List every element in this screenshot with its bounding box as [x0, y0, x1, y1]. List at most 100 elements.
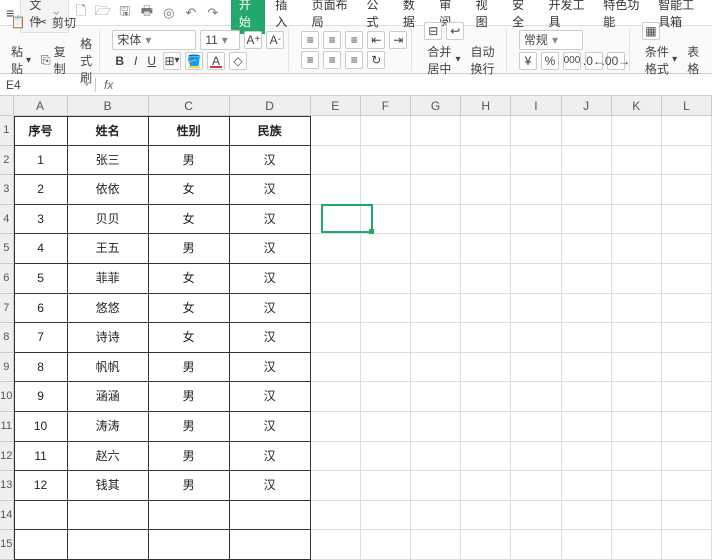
cell[interactable]: 诗诗 [68, 323, 149, 353]
cell[interactable]: 钱其 [68, 471, 149, 501]
table-style-button[interactable]: 表格 [684, 42, 704, 78]
cell[interactable]: 涵涵 [68, 382, 149, 412]
cell[interactable] [612, 442, 662, 472]
cell[interactable] [149, 501, 230, 531]
cell[interactable]: 姓名 [68, 116, 149, 146]
cell[interactable]: 男 [149, 146, 230, 176]
cell[interactable]: 汉 [230, 234, 311, 264]
cell[interactable] [311, 530, 361, 560]
cell[interactable] [562, 264, 612, 294]
cell[interactable]: 11 [14, 442, 68, 472]
cell[interactable]: 汉 [230, 323, 311, 353]
cell[interactable] [311, 175, 361, 205]
save-icon[interactable]: 🖫 [117, 5, 133, 21]
cell[interactable]: 3 [14, 205, 68, 235]
cell[interactable] [662, 353, 712, 383]
cell[interactable] [662, 382, 712, 412]
cell[interactable]: 8 [14, 353, 68, 383]
cell[interactable]: 7 [14, 323, 68, 353]
cell[interactable]: 汉 [230, 412, 311, 442]
cell[interactable] [461, 442, 511, 472]
cell[interactable]: 民族 [230, 116, 311, 146]
cell[interactable] [361, 175, 411, 205]
cell[interactable] [461, 205, 511, 235]
cell[interactable] [149, 530, 230, 560]
cell[interactable]: 涛涛 [68, 412, 149, 442]
col-header-A[interactable]: A [14, 96, 68, 115]
decrease-font-button[interactable]: A- [266, 31, 284, 49]
row-header[interactable]: 9 [0, 353, 14, 383]
cell[interactable] [511, 234, 561, 264]
cell[interactable] [612, 146, 662, 176]
cell[interactable]: 汉 [230, 205, 311, 235]
preview-icon[interactable]: ◎ [161, 5, 177, 21]
cell[interactable] [411, 175, 461, 205]
cell[interactable] [612, 205, 662, 235]
cell[interactable] [361, 205, 411, 235]
align-bottom-button[interactable]: ≡ [345, 31, 363, 49]
cell[interactable] [361, 294, 411, 324]
cell[interactable] [662, 234, 712, 264]
cell[interactable] [361, 146, 411, 176]
cell[interactable] [562, 116, 612, 146]
cell[interactable] [461, 264, 511, 294]
conditional-format-button[interactable]: 条件格式▾ [642, 42, 680, 78]
cell[interactable] [562, 412, 612, 442]
underline-button[interactable]: U [144, 53, 159, 69]
cell[interactable] [461, 412, 511, 442]
italic-button[interactable]: I [131, 53, 140, 69]
col-header-I[interactable]: I [511, 96, 561, 115]
col-header-B[interactable]: B [68, 96, 149, 115]
cell[interactable]: 6 [14, 294, 68, 324]
name-box[interactable]: E4 ▾ [0, 78, 96, 92]
row-header[interactable]: 3 [0, 175, 14, 205]
cell[interactable]: 男 [149, 353, 230, 383]
cell[interactable] [411, 116, 461, 146]
cell[interactable] [361, 382, 411, 412]
cell[interactable] [311, 382, 361, 412]
cell[interactable] [311, 234, 361, 264]
cut-button[interactable]: ✂ 剪切 [32, 13, 79, 32]
cell[interactable]: 女 [149, 205, 230, 235]
cell[interactable] [411, 234, 461, 264]
cell[interactable] [662, 264, 712, 294]
cell[interactable] [662, 323, 712, 353]
indent-increase-button[interactable]: ⇥ [389, 31, 407, 49]
cell[interactable] [562, 353, 612, 383]
font-color-button[interactable]: A [207, 52, 225, 70]
cell[interactable] [562, 382, 612, 412]
cell[interactable]: 汉 [230, 353, 311, 383]
cell[interactable] [311, 501, 361, 531]
cell[interactable] [511, 205, 561, 235]
cell[interactable] [562, 294, 612, 324]
cell[interactable] [411, 323, 461, 353]
paste-label-button[interactable]: 粘贴▾ [8, 42, 34, 78]
cell[interactable] [311, 412, 361, 442]
cell[interactable] [411, 205, 461, 235]
col-header-C[interactable]: C [149, 96, 230, 115]
cell[interactable]: 12 [14, 471, 68, 501]
cell[interactable] [612, 234, 662, 264]
cell[interactable] [612, 116, 662, 146]
cell[interactable] [511, 264, 561, 294]
cell[interactable]: 张三 [68, 146, 149, 176]
row-header[interactable]: 11 [0, 412, 14, 442]
cell[interactable] [361, 442, 411, 472]
cell[interactable] [562, 530, 612, 560]
row-header[interactable]: 5 [0, 234, 14, 264]
cell[interactable] [511, 442, 561, 472]
cell[interactable] [361, 264, 411, 294]
cell[interactable] [662, 442, 712, 472]
cell[interactable] [311, 205, 361, 235]
align-center-button[interactable]: ≡ [323, 51, 341, 69]
cell[interactable] [562, 471, 612, 501]
cell[interactable] [230, 530, 311, 560]
cell[interactable] [511, 175, 561, 205]
align-middle-button[interactable]: ≡ [323, 31, 341, 49]
cell[interactable] [662, 471, 712, 501]
cell[interactable] [662, 501, 712, 531]
cell[interactable]: 男 [149, 442, 230, 472]
cell[interactable]: 女 [149, 323, 230, 353]
cell[interactable] [311, 323, 361, 353]
cell[interactable] [311, 146, 361, 176]
